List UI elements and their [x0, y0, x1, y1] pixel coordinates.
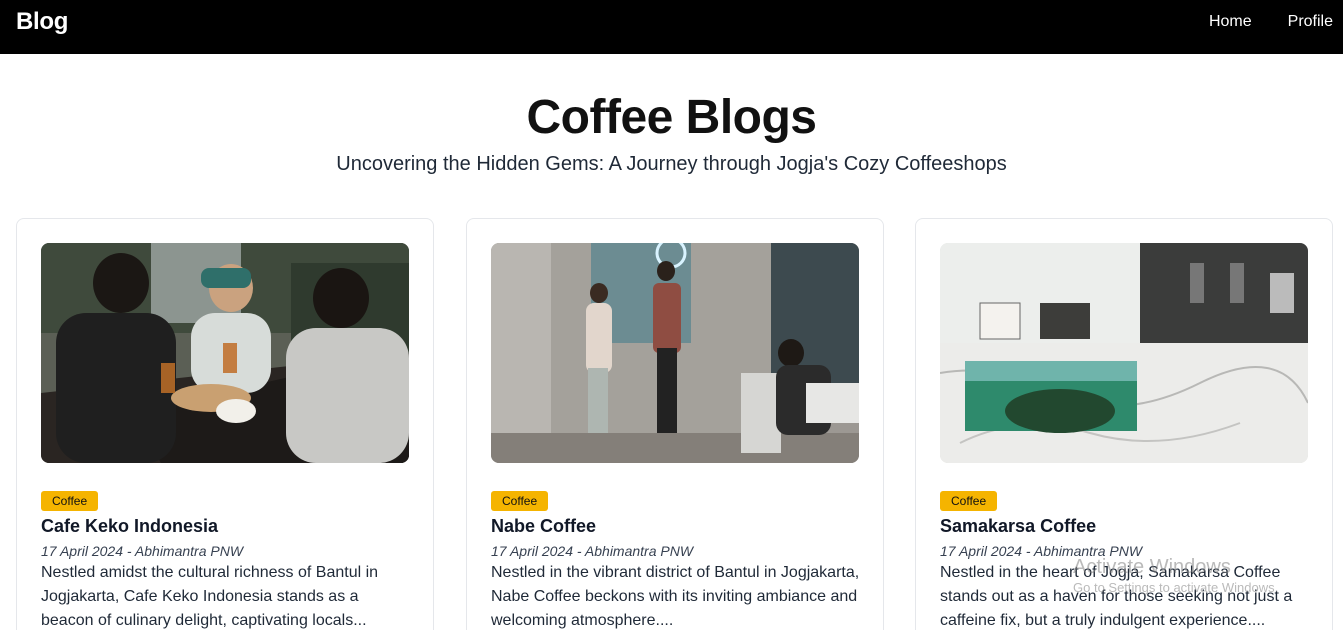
category-badge: Coffee	[41, 491, 99, 511]
page-subtitle: Uncovering the Hidden Gems: A Journey th…	[336, 153, 1007, 175]
cafe-photo	[41, 243, 409, 463]
category-badge: Coffee	[491, 491, 549, 511]
blog-card-image[interactable]	[41, 243, 409, 463]
blog-card-description: Nestled in the heart of Jogja, Samakarsa…	[940, 564, 1293, 629]
blog-card-description: Nestled in the vibrant district of Bantu…	[491, 564, 860, 629]
cafe-photo	[940, 243, 1308, 463]
brand-logo[interactable]: Blog	[16, 8, 68, 36]
nav-links: Home Profile	[1173, 12, 1333, 32]
page-title: Coffee Blogs	[526, 91, 817, 144]
blog-card-image[interactable]	[940, 243, 1308, 463]
blog-card-nabe-coffee[interactable]: Coffee Nabe Coffee 17 April 2024 - Abhim…	[466, 218, 884, 630]
nav-profile-link[interactable]: Profile	[1288, 12, 1333, 32]
blog-card-samakarsa-coffee[interactable]: Coffee Samakarsa Coffee 17 April 2024 - …	[915, 218, 1333, 630]
blog-card-cafe-keko[interactable]: Coffee Cafe Keko Indonesia 17 April 2024…	[16, 218, 434, 630]
blog-card-title[interactable]: Nabe Coffee	[491, 515, 596, 537]
blog-card-description: Nestled amidst the cultural richness of …	[41, 564, 379, 629]
blog-card-image[interactable]	[491, 243, 859, 463]
blog-card-title[interactable]: Cafe Keko Indonesia	[41, 515, 218, 537]
category-badge: Coffee	[940, 491, 998, 511]
blog-card-meta: 17 April 2024 - Abhimantra PNW	[41, 543, 244, 559]
top-navbar: Blog Home Profile	[0, 0, 1343, 54]
cafe-photo	[491, 243, 859, 463]
blog-card-meta: 17 April 2024 - Abhimantra PNW	[491, 543, 694, 559]
nav-home-link[interactable]: Home	[1209, 12, 1252, 32]
blog-card-meta: 17 April 2024 - Abhimantra PNW	[940, 543, 1143, 559]
blog-card-title[interactable]: Samakarsa Coffee	[940, 515, 1096, 537]
